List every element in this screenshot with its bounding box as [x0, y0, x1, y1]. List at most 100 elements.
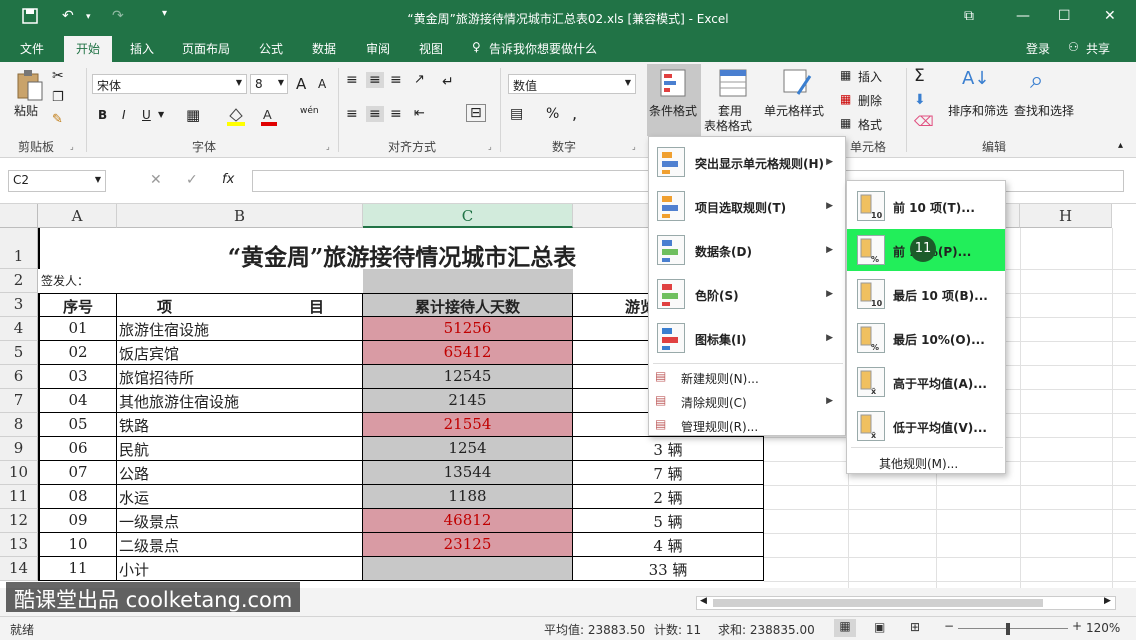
row-header[interactable]: 5 — [0, 341, 38, 365]
find-select-icon[interactable]: ⌕ — [1030, 66, 1043, 94]
paste-icon[interactable] — [14, 68, 44, 105]
cf-menu-small-item[interactable]: ▤ 清除规则(C) ▶ — [649, 389, 845, 413]
cell-total[interactable]: 1188 — [363, 485, 573, 509]
row-header[interactable]: 7 — [0, 389, 38, 413]
cell-item[interactable]: 一级景点 — [117, 509, 363, 533]
page-layout-view-icon[interactable]: ▣ — [874, 620, 885, 634]
horizontal-scrollbar[interactable] — [696, 596, 1116, 610]
insert-function-icon[interactable]: fx — [222, 172, 234, 187]
column-header-h[interactable]: H — [1020, 204, 1112, 228]
cell-total[interactable]: 23125 — [363, 533, 573, 557]
format-cells-button[interactable]: 格式 — [858, 116, 882, 133]
cell-total[interactable]: 2145 — [363, 389, 573, 413]
format-painter-icon[interactable]: ✎ — [52, 112, 63, 127]
cell-item[interactable]: 民航 — [117, 437, 363, 461]
align-bottom-icon[interactable]: ≡ — [390, 72, 402, 88]
sort-filter-button[interactable]: 排序和筛选 — [948, 102, 1008, 119]
signer-label[interactable]: 签发人： — [41, 272, 89, 289]
wrap-text-icon[interactable]: ↵ — [442, 74, 454, 90]
scrollbar-thumb[interactable] — [713, 599, 1043, 607]
cell-tour[interactable]: 7 辆 — [573, 461, 764, 485]
cell-no[interactable]: 03 — [38, 365, 117, 389]
cut-icon[interactable]: ✂ — [52, 68, 64, 84]
row-header[interactable]: 4 — [0, 317, 38, 341]
bold-button[interactable]: B — [98, 108, 107, 122]
cf-menu-item[interactable]: 色阶(S) ▶ — [649, 273, 845, 315]
cell-total[interactable]: 12545 — [363, 365, 573, 389]
cf-menu-item[interactable]: 突出显示单元格规则(H) ▶ — [649, 141, 845, 183]
sort-filter-icon[interactable]: A↓ — [962, 68, 989, 89]
cell-item[interactable]: 铁路 — [117, 413, 363, 437]
cell-item[interactable]: 饭店宾馆 — [117, 341, 363, 365]
format-as-table-icon[interactable] — [718, 68, 748, 101]
header-item[interactable]: 项目 — [117, 293, 363, 317]
cell-tour[interactable]: 3 辆 — [573, 437, 764, 461]
scroll-left-icon[interactable]: ◀ — [700, 596, 707, 606]
tell-me-search[interactable]: 告诉我你想要做什么 — [489, 40, 597, 57]
header-total[interactable]: 累计接待人天数 — [363, 293, 573, 317]
orientation-icon[interactable]: ↗ — [414, 72, 425, 87]
cell-tour[interactable]: 5 辆 — [573, 509, 764, 533]
align-right-icon[interactable]: ≡ — [390, 106, 402, 122]
tab-home[interactable]: 开始 — [64, 36, 113, 62]
cell-no[interactable]: 06 — [38, 437, 117, 461]
row-header[interactable]: 11 — [0, 485, 38, 509]
row-header[interactable]: 9 — [0, 437, 38, 461]
zoom-slider-thumb[interactable] — [1006, 623, 1010, 635]
row-header[interactable]: 13 — [0, 533, 38, 557]
font-launcher-icon[interactable]: ⌟ — [326, 142, 330, 151]
format-cells-icon[interactable]: ▦ — [840, 116, 851, 130]
top-bottom-rule-item[interactable]: 10 前 10 项(T)... — [847, 185, 1005, 227]
cf-menu-item[interactable]: 图标集(I) ▶ — [649, 317, 845, 359]
font-name-box[interactable]: 宋体 ▼ — [92, 74, 247, 94]
zoom-level[interactable]: 120% — [1086, 621, 1120, 635]
delete-cells-button[interactable]: 删除 — [858, 92, 882, 109]
more-rules-item[interactable]: 其他规则(M)... — [879, 455, 958, 472]
select-all-corner[interactable] — [0, 204, 38, 228]
cell-styles-label[interactable]: 单元格样式 — [764, 102, 824, 119]
cell-no[interactable]: 02 — [38, 341, 117, 365]
zoom-in-icon[interactable]: + — [1072, 619, 1082, 633]
alignment-launcher-icon[interactable]: ⌟ — [488, 142, 492, 151]
cell-total[interactable]: 13544 — [363, 461, 573, 485]
cell-total[interactable]: 65412 — [363, 341, 573, 365]
percent-button[interactable]: % — [546, 106, 559, 122]
align-top-icon[interactable]: ≡ — [346, 72, 358, 88]
cell-item[interactable]: 公路 — [117, 461, 363, 485]
scroll-right-icon[interactable]: ▶ — [1104, 596, 1111, 606]
cf-menu-small-item[interactable]: ▤ 管理规则(R)... — [649, 413, 845, 437]
row-header[interactable]: 1 — [0, 228, 38, 269]
cf-menu-small-item[interactable]: ▤ 新建规则(N)... — [649, 365, 845, 389]
normal-view-icon[interactable]: ▦ — [834, 619, 856, 637]
row-header[interactable]: 12 — [0, 509, 38, 533]
login-link[interactable]: 登录 — [1026, 40, 1050, 57]
row-header[interactable]: 10 — [0, 461, 38, 485]
number-launcher-icon[interactable]: ⌟ — [632, 142, 636, 151]
enter-icon[interactable]: ✓ — [186, 172, 198, 188]
cell-item[interactable]: 其他旅游住宿设施 — [117, 389, 363, 413]
paste-button[interactable]: 粘贴 — [14, 102, 38, 119]
cell-item[interactable]: 旅游住宿设施 — [117, 317, 363, 341]
tab-data[interactable]: 数据 — [312, 40, 336, 57]
cell-item[interactable]: 旅馆招待所 — [117, 365, 363, 389]
italic-button[interactable]: I — [122, 108, 126, 122]
align-middle-icon[interactable]: ≡ — [366, 72, 384, 88]
zoom-out-icon[interactable]: − — [944, 619, 954, 633]
row-header[interactable]: 3 — [0, 293, 38, 317]
font-size-box[interactable]: 8 ▼ — [250, 74, 288, 94]
tab-insert[interactable]: 插入 — [130, 40, 154, 57]
minimize-icon[interactable]: — — [1016, 8, 1030, 24]
cell-total[interactable]: 21554 — [363, 413, 573, 437]
indent-icon[interactable]: ⇤ — [414, 106, 425, 121]
zoom-slider[interactable] — [958, 628, 1068, 629]
header-no[interactable]: 序号 — [38, 293, 117, 317]
top-bottom-rule-item[interactable]: x̄ 低于平均值(V)... — [847, 405, 1005, 447]
fill-icon[interactable]: ⬇ — [914, 92, 926, 108]
find-select-button[interactable]: 查找和选择 — [1014, 102, 1074, 119]
cell-styles-icon[interactable] — [782, 68, 812, 101]
underline-button[interactable]: U — [142, 108, 151, 122]
number-format-box[interactable]: 数值 ▼ — [508, 74, 636, 94]
clipboard-launcher-icon[interactable]: ⌟ — [70, 142, 74, 151]
autosum-icon[interactable]: Σ — [914, 66, 925, 86]
close-icon[interactable]: ✕ — [1104, 8, 1116, 24]
